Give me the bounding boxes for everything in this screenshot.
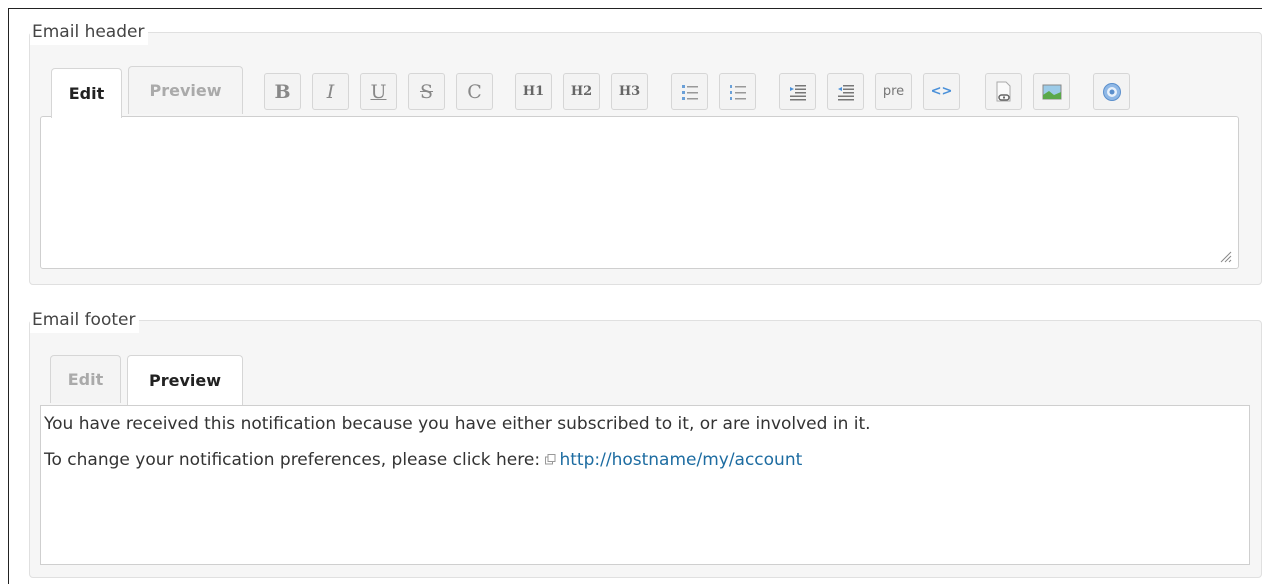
- bold-button[interactable]: B: [264, 73, 301, 110]
- email-footer-preview: You have received this notification beca…: [40, 405, 1250, 565]
- italic-button[interactable]: I: [312, 73, 349, 110]
- link-button[interactable]: [985, 73, 1022, 110]
- link-icon: [996, 81, 1010, 101]
- email-footer-legend: Email footer: [30, 307, 140, 333]
- inline-code-button[interactable]: C: [456, 73, 493, 110]
- header-tab-edit[interactable]: Edit: [51, 68, 122, 118]
- footer-preview-line1: You have received this notification beca…: [44, 414, 871, 434]
- email-header-legend: Email header: [30, 19, 149, 45]
- preformatted-button[interactable]: pre: [875, 73, 912, 110]
- heading1-button[interactable]: H1: [515, 73, 552, 110]
- unordered-list-button[interactable]: [671, 73, 708, 110]
- ordered-list-icon: [729, 84, 746, 100]
- code-tag-button[interactable]: <>: [923, 73, 960, 110]
- header-tab-preview[interactable]: Preview: [128, 66, 243, 114]
- indent-icon: [789, 84, 806, 100]
- email-footer-fieldset: Email footer Edit Preview You have recei…: [29, 307, 1262, 578]
- image-icon: [1042, 84, 1061, 99]
- account-link[interactable]: http://hostname/my/account: [559, 450, 802, 470]
- footer-preview-line2: To change your notification preferences,…: [44, 450, 802, 470]
- email-header-textarea[interactable]: [40, 116, 1239, 269]
- strikethrough-button[interactable]: S: [408, 73, 445, 110]
- help-button[interactable]: [1093, 73, 1130, 110]
- heading2-button[interactable]: H2: [563, 73, 600, 110]
- external-link-icon: [545, 450, 556, 470]
- unordered-list-icon: [681, 84, 698, 100]
- footer-preview-prefix: To change your notification preferences,…: [44, 450, 541, 470]
- outdent-icon: [837, 84, 854, 100]
- heading3-button[interactable]: H3: [611, 73, 648, 110]
- footer-tab-preview[interactable]: Preview: [127, 355, 243, 405]
- help-icon: [1102, 82, 1121, 101]
- email-header-fieldset: Email header Edit Preview B I U S C H1 H…: [29, 19, 1262, 285]
- footer-tab-edit[interactable]: Edit: [50, 355, 121, 403]
- indent-button[interactable]: [779, 73, 816, 110]
- underline-button[interactable]: U: [360, 73, 397, 110]
- ordered-list-button[interactable]: [719, 73, 756, 110]
- resize-grip-icon[interactable]: [1218, 249, 1232, 263]
- image-button[interactable]: [1033, 73, 1070, 110]
- outdent-button[interactable]: [827, 73, 864, 110]
